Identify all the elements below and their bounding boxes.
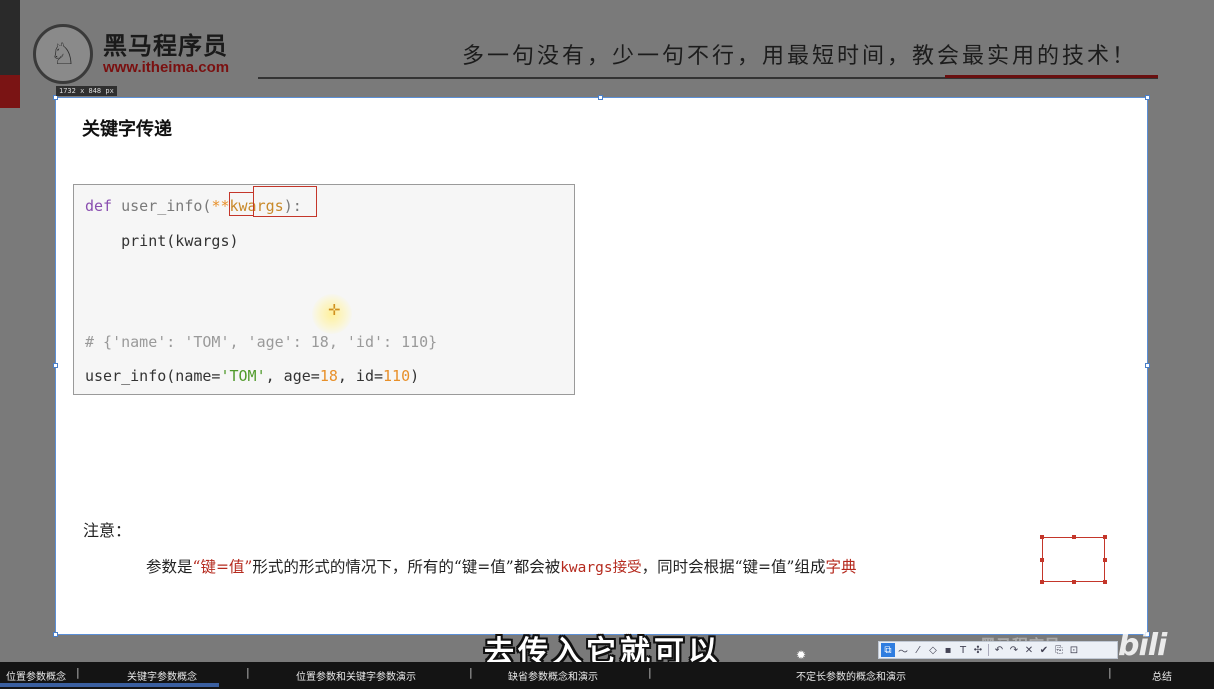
chapter-separator: | <box>246 666 250 679</box>
chapter-item[interactable]: 位置参数和关键字参数演示 <box>296 668 416 683</box>
note-text: 参数是“键=值”形式的形式的情况下，所有的“键=值”都会被kwargs接受，同时… <box>146 555 856 577</box>
marker-tool-icon[interactable]: ◇ <box>926 643 940 657</box>
code-string: 'TOM' <box>220 367 266 385</box>
note-part: 形式的形式的情况下，所有的“键=值”都会被 <box>252 558 561 576</box>
slogan: 多一句没有，少一句不行，用最短时间，教会最实用的技术！ <box>462 44 1138 69</box>
chapter-item[interactable]: 不定长参数的概念和演示 <box>796 668 906 683</box>
rectangle-tool-icon[interactable]: ⧉ <box>881 643 895 657</box>
note-part: 参数是 <box>146 558 193 576</box>
code-comment: # {'name': 'TOM', 'age': 18, 'id': 110} <box>85 333 438 351</box>
header-divider-accent <box>945 75 1158 78</box>
redo-icon[interactable]: ↷ <box>1007 643 1021 657</box>
chapter-separator: | <box>1108 666 1112 679</box>
code-double-star: ** <box>211 197 230 215</box>
annotation-handle[interactable] <box>1103 558 1107 562</box>
chapter-item[interactable]: 总结 <box>1152 668 1172 683</box>
undo-icon[interactable]: ↶ <box>992 643 1006 657</box>
pin-screenshot-icon[interactable]: ⊡ <box>1067 643 1081 657</box>
selection-size-tag: 1732 x 848 px <box>56 86 117 96</box>
pen-tool-icon[interactable]: ⁄ <box>911 643 925 657</box>
pin-icon: ✹ <box>796 648 807 662</box>
chapter-separator: | <box>76 666 80 679</box>
video-progress-bar[interactable] <box>0 683 219 687</box>
code-number: 110 <box>383 367 411 385</box>
sticker-tool-icon[interactable]: ✣ <box>971 643 985 657</box>
resize-handle[interactable] <box>53 632 58 637</box>
line-tool-icon[interactable]: 〜 <box>896 643 910 658</box>
chapter-item[interactable]: 缺省参数概念和演示 <box>508 668 598 683</box>
cancel-icon[interactable]: ✕ <box>1022 643 1036 657</box>
chapter-separator: | <box>648 666 652 679</box>
annotation-handle[interactable] <box>1040 580 1044 584</box>
bilibili-logo: bili <box>1118 628 1167 663</box>
code-text: , id= <box>337 367 384 385</box>
toolbar-divider <box>988 644 989 656</box>
annotation-box-stars[interactable] <box>229 192 254 216</box>
code-line-print: print(kwargs) <box>85 232 239 250</box>
text-tool-icon[interactable]: T <box>956 643 970 657</box>
annotation-handle[interactable] <box>1072 535 1076 539</box>
logo-title: 黑马程序员 <box>103 32 228 60</box>
annotation-box-kwargs[interactable] <box>253 186 317 217</box>
horse-logo-icon: ♘ <box>33 24 93 84</box>
note-highlight: “键=值” <box>192 558 253 576</box>
annotation-handle[interactable] <box>1072 580 1076 584</box>
note-part: 成 <box>809 558 826 576</box>
annotation-box-dict[interactable] <box>1042 537 1105 582</box>
code-text: , age= <box>265 367 320 385</box>
annotation-handle[interactable] <box>1103 580 1107 584</box>
left-accent-bar-red <box>0 75 20 108</box>
note-label: 注意： <box>83 521 132 540</box>
code-text: user_info(name= <box>85 367 221 385</box>
annotation-toolbar: ⧉ 〜 ⁄ ◇ ▪ T ✣ ↶ ↷ ✕ ✔ ⎘ ⊡ <box>878 641 1118 659</box>
confirm-icon[interactable]: ✔ <box>1037 643 1051 657</box>
resize-handle[interactable] <box>598 95 603 100</box>
annotation-handle[interactable] <box>1040 535 1044 539</box>
resize-handle[interactable] <box>53 363 58 368</box>
code-number: 18 <box>319 367 338 385</box>
code-function-name: user_info <box>112 197 203 215</box>
code-keyword: def <box>85 197 113 215</box>
chapter-item[interactable]: 关键字参数概念 <box>127 668 197 683</box>
annotation-handle[interactable] <box>1103 535 1107 539</box>
resize-handle[interactable] <box>1145 363 1150 368</box>
note-part: ，同时会根据“键=值”组 <box>641 558 810 576</box>
note-highlight-kwargs: kwargs接受 <box>560 560 642 576</box>
annotation-handle[interactable] <box>1040 558 1044 562</box>
code-line-call: user_info(name='TOM', age=18, id=110) <box>85 367 419 385</box>
left-accent-bar <box>0 0 20 75</box>
code-block: def user_info(**kwargs): print(kwargs) #… <box>73 184 575 395</box>
copy-icon[interactable]: ⎘ <box>1052 643 1066 657</box>
slide-title: 关键字传递 <box>82 119 172 140</box>
resize-handle[interactable] <box>1145 95 1150 100</box>
chapter-item[interactable]: 位置参数概念 <box>6 668 66 683</box>
code-text: ) <box>410 367 420 385</box>
logo-url: www.itheima.com <box>103 59 230 76</box>
chapter-separator: | <box>469 666 473 679</box>
note-highlight-dict: 字典 <box>825 558 857 576</box>
mosaic-tool-icon[interactable]: ▪ <box>941 643 955 657</box>
crosshair-cursor-icon: ✛ <box>328 301 341 319</box>
